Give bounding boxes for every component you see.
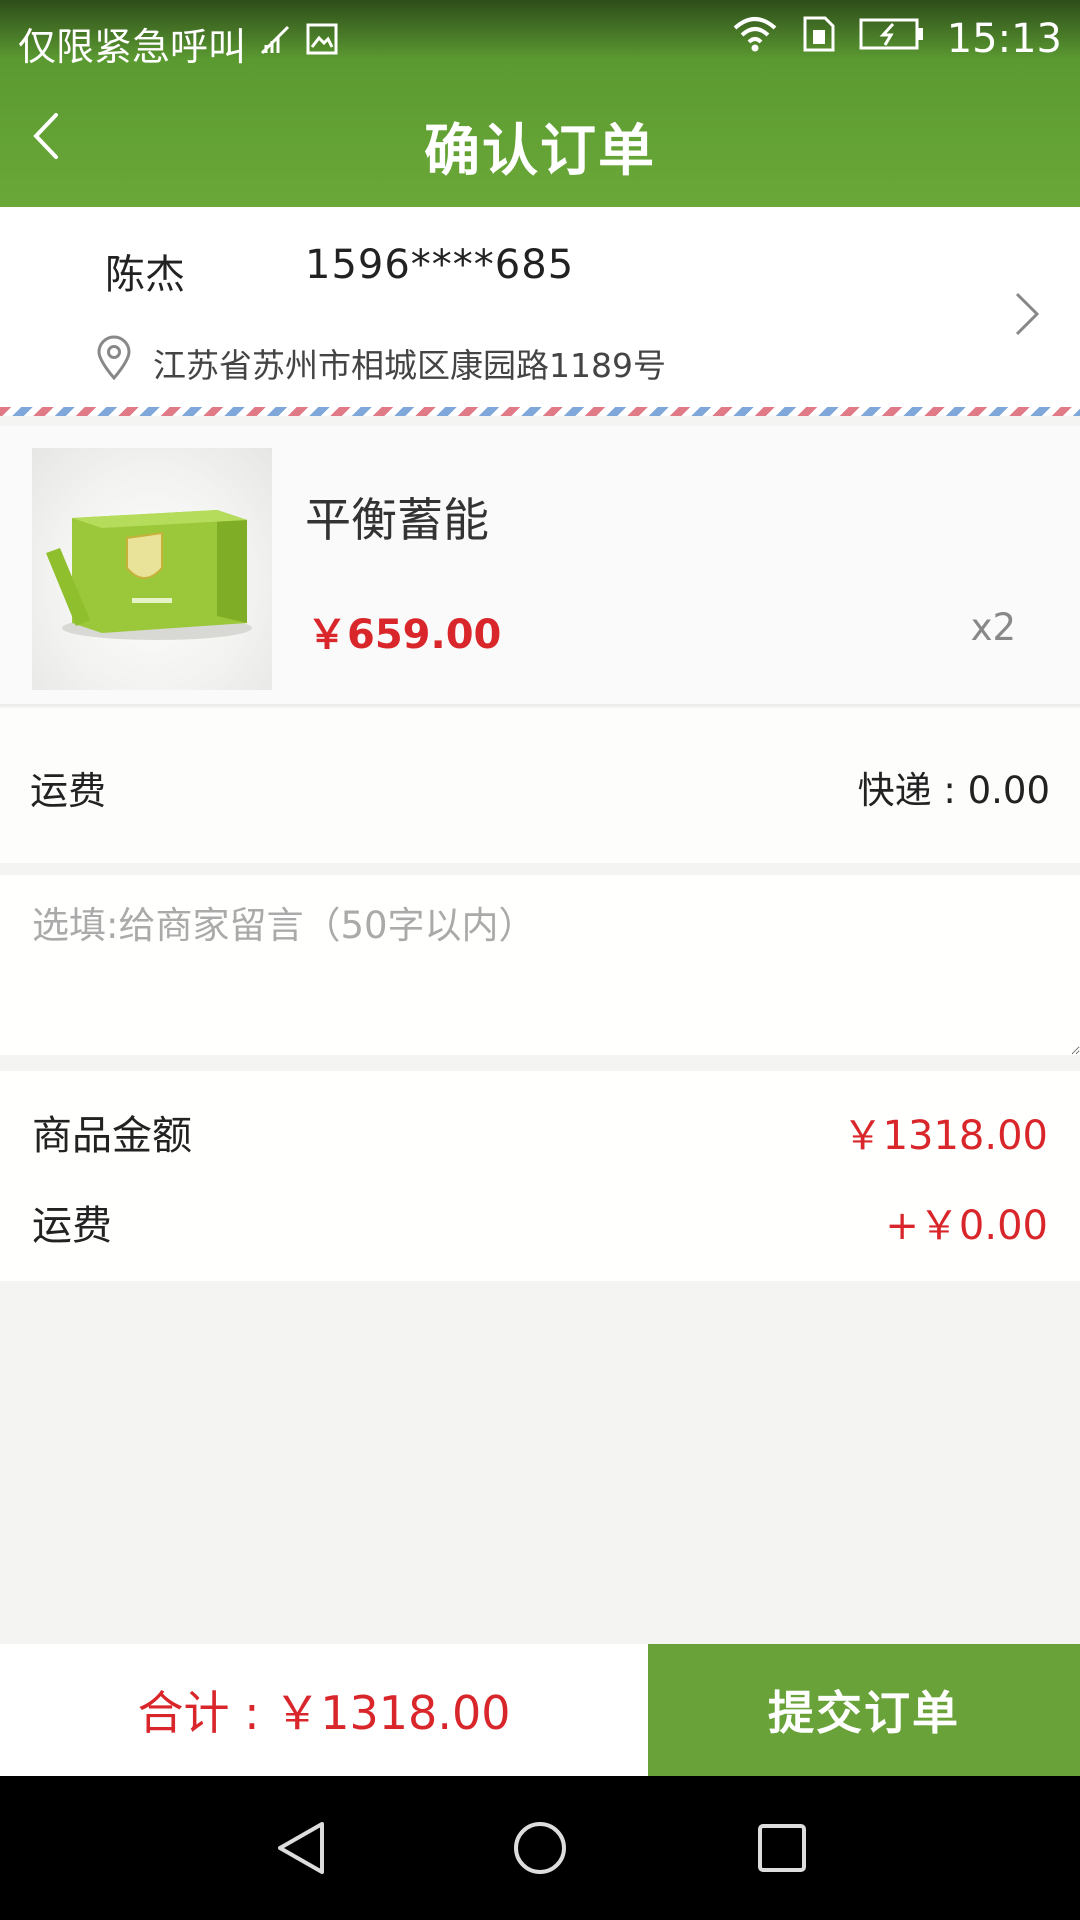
recipient-address: 江苏省苏州市相城区康园路1189号 xyxy=(153,346,666,385)
freight-label: 运费 xyxy=(32,1203,112,1249)
merchant-message-input[interactable] xyxy=(0,875,1080,1055)
product-quantity: x2 xyxy=(970,606,1016,649)
wifi-icon xyxy=(731,14,779,63)
goods-amount-label: 商品金额 xyxy=(32,1113,192,1159)
nav-recents-icon xyxy=(752,1824,812,1882)
shipping-method-value: 快递 : 0.00 xyxy=(857,769,1050,812)
chevron-right-icon xyxy=(1012,289,1042,343)
freight-value: +￥0.00 xyxy=(885,1203,1048,1249)
submit-order-button[interactable]: 提交订单 xyxy=(648,1644,1080,1776)
address-card[interactable]: 陈杰 1596****685 江苏省苏州市相城区康园路1189号 xyxy=(0,207,1080,407)
nav-back-icon xyxy=(272,1822,332,1882)
page-title: 确认订单 xyxy=(424,119,656,184)
product-price: ￥659.00 xyxy=(307,612,502,658)
product-image xyxy=(32,448,272,690)
shipping-label: 运费 xyxy=(30,769,107,813)
nav-home-icon xyxy=(510,1822,570,1882)
checkout-bar: 合计 : ￥1318.00 提交订单 xyxy=(0,1644,1080,1776)
nav-back-button[interactable] xyxy=(272,1818,332,1878)
page-header: 确认订单 xyxy=(0,78,1080,207)
order-summary: 商品金额 ￥1318.00 运费 +￥0.00 xyxy=(0,1071,1080,1281)
nav-recents-button[interactable] xyxy=(752,1818,812,1878)
recipient-name: 陈杰 xyxy=(105,252,185,298)
image-notification-icon xyxy=(304,21,340,66)
no-signal-icon xyxy=(258,22,292,66)
product-name: 平衡蓄能 xyxy=(305,493,489,547)
nav-home-button[interactable] xyxy=(510,1818,570,1878)
system-nav-bar xyxy=(0,1776,1080,1920)
location-pin-icon xyxy=(95,335,133,385)
clock: 15:13 xyxy=(946,15,1062,62)
battery-icon xyxy=(859,16,925,61)
message-box xyxy=(0,875,1080,1055)
goods-amount-value: ￥1318.00 xyxy=(842,1113,1048,1159)
airmail-divider xyxy=(0,407,1080,416)
product-item: 平衡蓄能 ￥659.00 x2 xyxy=(0,426,1080,706)
status-bar: 仅限紧急呼叫 15:13 xyxy=(0,0,1080,78)
recipient-phone: 1596****685 xyxy=(305,242,575,288)
sim-icon xyxy=(801,14,837,63)
carrier-text: 仅限紧急呼叫 xyxy=(18,25,247,69)
order-total: 合计 : ￥1318.00 xyxy=(137,1686,511,1740)
shipping-row: 运费 快递 : 0.00 xyxy=(0,708,1080,863)
